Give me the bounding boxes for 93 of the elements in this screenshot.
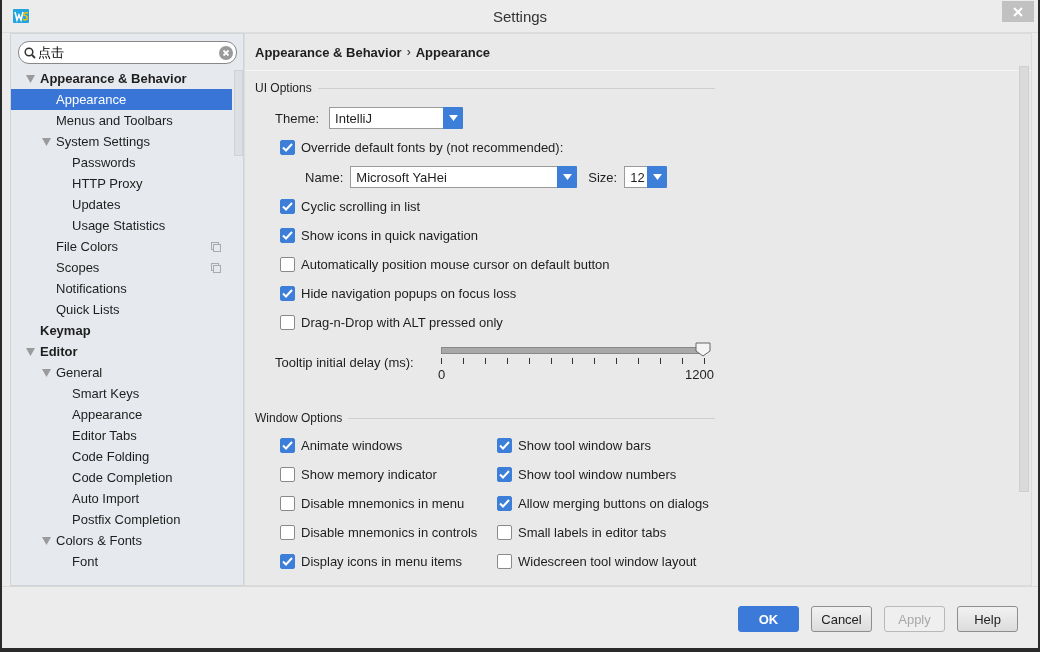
tree-item[interactable]: Scopes (11, 257, 232, 278)
breadcrumb-item: Appearance & Behavior (255, 44, 402, 60)
checkbox-label: Display icons in menu items (301, 554, 463, 569)
checkbox[interactable] (280, 199, 295, 214)
checkbox-label: Automatically position mouse cursor on default button (301, 257, 610, 272)
checkbox[interactable] (280, 140, 295, 155)
tree-item[interactable]: File Colors (11, 236, 232, 257)
checkbox[interactable] (280, 315, 295, 330)
dropdown-arrow-icon[interactable] (562, 174, 572, 180)
tree-item[interactable]: Menus and Toolbars (11, 110, 232, 131)
tree-item[interactable]: Postfix Completion (11, 509, 232, 530)
checkbox-label: Widescreen tool window layout (518, 554, 697, 569)
slider-track[interactable] (441, 342, 711, 358)
window-title: Settings (491, 7, 549, 25)
search-input[interactable]: 点击 (38, 45, 217, 60)
checkbox[interactable] (280, 496, 295, 511)
checkbox-label: Small labels in editor tabs (518, 525, 667, 540)
tooltip-delay-label: Tooltip initial delay (ms): (275, 355, 415, 370)
tree-item[interactable]: System Settings (11, 131, 232, 152)
theme-dropdown[interactable]: IntelliJ (329, 107, 464, 129)
checkbox-label: Drag-n-Drop with ALT pressed only (301, 315, 503, 330)
checkbox[interactable] (280, 286, 295, 301)
checkbox[interactable] (280, 228, 295, 243)
checkbox[interactable] (280, 525, 295, 540)
checkbox-label: Disable mnemonics in controls (301, 525, 478, 540)
dialog-button[interactable]: OK (738, 606, 799, 632)
tree-item[interactable]: General (11, 362, 232, 383)
tick-label: 1200 (685, 367, 714, 382)
tree-item[interactable]: Appearance & Behavior (11, 68, 232, 89)
checkbox-label: Show memory indicator (301, 467, 437, 482)
expand-arrow-icon[interactable] (26, 74, 35, 83)
font-size-label: Size: (588, 169, 618, 185)
font-name-dropdown[interactable]: Microsoft YaHei (350, 166, 578, 188)
tree-item[interactable]: Font (11, 551, 232, 572)
dialog-button[interactable]: Cancel (811, 606, 872, 632)
expand-arrow-icon[interactable] (42, 536, 51, 545)
checkbox-label: Cyclic scrolling in list (301, 199, 421, 214)
tree-item[interactable]: Code Folding (11, 446, 232, 467)
checkbox[interactable] (497, 525, 512, 540)
tree-item[interactable]: Editor (11, 341, 232, 362)
search-icon (24, 46, 36, 59)
tree-item[interactable]: Passwords (11, 152, 232, 173)
checkbox-label: Show tool window numbers (518, 467, 677, 482)
expand-arrow-icon[interactable] (42, 137, 51, 146)
tree-item[interactable]: Quick Lists (11, 299, 232, 320)
scrollbar[interactable] (1019, 66, 1029, 492)
checkbox[interactable] (280, 554, 295, 569)
checkbox[interactable] (280, 467, 295, 482)
checkbox-label: Allow merging buttons on dialogs (518, 496, 709, 511)
breadcrumb-separator: › (406, 45, 411, 59)
font-size-dropdown[interactable]: 12 (624, 166, 668, 188)
checkbox-label: Show icons in quick navigation (301, 228, 479, 243)
tree-item[interactable]: Editor Tabs (11, 425, 232, 446)
tree-item[interactable]: Appearance (11, 404, 232, 425)
app-logo-icon (13, 9, 29, 23)
checkbox[interactable] (497, 554, 512, 569)
checkbox-label: Hide navigation popups on focus loss (301, 286, 517, 301)
checkbox[interactable] (280, 257, 295, 272)
close-icon[interactable] (1013, 6, 1023, 17)
checkbox-label: Show tool window bars (518, 438, 651, 453)
section-title: Window Options (255, 411, 343, 425)
tree-item[interactable]: Auto Import (11, 488, 232, 509)
dropdown-arrow-icon[interactable] (448, 115, 458, 121)
tree-item[interactable]: Updates (11, 194, 232, 215)
breadcrumb-item: Appearance (415, 44, 491, 60)
tree-item[interactable]: Usage Statistics (11, 215, 232, 236)
font-name-label: Name: (305, 169, 344, 185)
checkbox[interactable] (280, 438, 295, 453)
expand-arrow-icon[interactable] (42, 368, 51, 377)
tree-item[interactable]: Colors & Fonts (11, 530, 232, 551)
theme-label: Theme: (275, 110, 320, 126)
tree-item[interactable]: Code Completion (11, 467, 232, 488)
close-button[interactable] (1002, 1, 1034, 22)
tree-item[interactable]: Notifications (11, 278, 232, 299)
checkbox[interactable] (497, 496, 512, 511)
tick-label: 0 (438, 367, 446, 382)
search-field[interactable]: 点击 (18, 41, 237, 64)
clear-icon[interactable] (219, 45, 233, 60)
dialog-button[interactable]: Help (957, 606, 1018, 632)
tree-item[interactable]: HTTP Proxy (11, 173, 232, 194)
section-title: UI Options (255, 81, 312, 95)
checkbox-label: Animate windows (301, 438, 403, 453)
scrollbar[interactable] (234, 70, 243, 156)
tree-item[interactable]: Appearance (11, 89, 232, 110)
expand-arrow-icon[interactable] (26, 347, 35, 356)
checkbox[interactable] (497, 438, 512, 453)
tree-item[interactable]: Smart Keys (11, 383, 232, 404)
checkbox-label: Disable mnemonics in menu (301, 496, 465, 511)
checkbox-label: Override default fonts by (not recommended): (301, 140, 564, 155)
tree-item[interactable]: Keymap (11, 320, 232, 341)
slider-thumb[interactable] (695, 342, 711, 357)
dropdown-arrow-icon[interactable] (652, 174, 662, 180)
checkbox[interactable] (497, 467, 512, 482)
